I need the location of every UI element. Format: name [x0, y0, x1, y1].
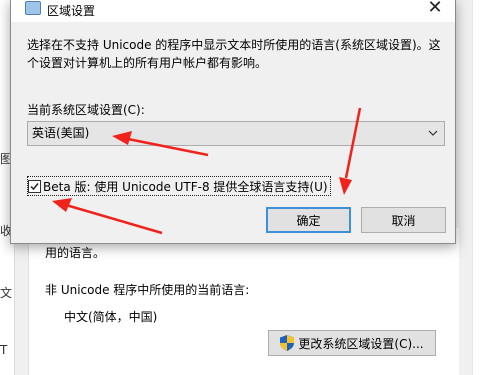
system-locale-label: 当前系统区域设置(C):	[27, 103, 145, 117]
region-settings-dialog: 区域设置 ✕ 选择在不支持 Unicode 的程序中显示文本时所使用的语言(系统…	[10, 0, 456, 244]
cancel-button[interactable]: 取消	[361, 207, 446, 233]
ok-button[interactable]: 确定	[266, 207, 351, 233]
non-unicode-heading: 非 Unicode 程序中所使用的当前语言:	[45, 283, 250, 297]
beta-utf8-checkbox[interactable]	[28, 179, 41, 193]
background-left-char: 文	[0, 286, 13, 300]
current-language-value: 中文(简体，中国)	[64, 310, 158, 324]
system-locale-value: 英语(美国)	[32, 126, 90, 140]
system-locale-select[interactable]: 英语(美国)	[27, 121, 445, 146]
region-app-icon	[25, 1, 41, 15]
dialog-description: 选择在不支持 Unicode 的程序中显示文本时所使用的语言(系统区域设置)。这…	[27, 38, 441, 70]
dialog-title: 区域设置	[47, 4, 96, 18]
background-scroll-strip	[472, 0, 487, 375]
chevron-down-icon	[428, 122, 438, 145]
close-icon[interactable]: ✕	[421, 0, 449, 17]
background-partial-text: 用的语言。	[45, 246, 106, 260]
beta-utf8-option[interactable]: Beta 版: 使用 Unicode UTF-8 提供全球语言支持(U)	[27, 176, 331, 196]
beta-utf8-label: Beta 版: 使用 Unicode UTF-8 提供全球语言支持(U)	[43, 179, 328, 194]
change-system-locale-label: 更改系统区域设置(C)...	[298, 336, 424, 351]
change-system-locale-button[interactable]: 更改系统区域设置(C)...	[268, 330, 436, 356]
dialog-titlebar[interactable]: 区域设置 ✕	[11, 0, 455, 22]
uac-shield-icon	[280, 335, 295, 351]
background-left-char: T	[0, 343, 8, 357]
